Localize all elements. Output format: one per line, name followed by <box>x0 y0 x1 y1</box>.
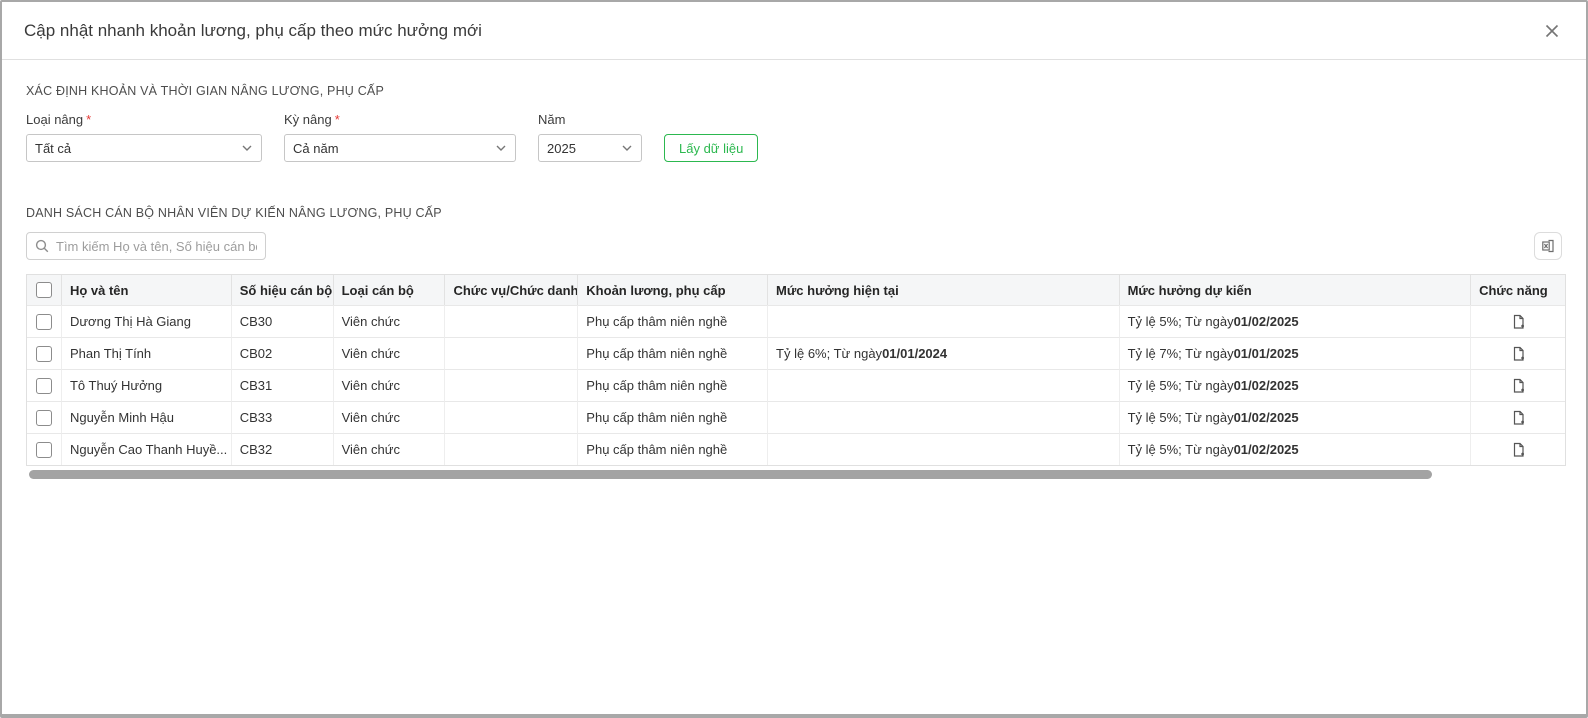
cell-staff-type: Viên chức <box>333 369 445 401</box>
cell-allowance: Phụ cấp thâm niên nghề <box>577 369 767 401</box>
dialog-title: Cập nhật nhanh khoản lương, phụ cấp theo… <box>24 21 482 41</box>
row-checkbox[interactable] <box>36 314 52 330</box>
list-section-heading: DANH SÁCH CÁN BỘ NHÂN VIÊN DỰ KIẾN NÂNG … <box>26 206 1562 220</box>
row-checkbox[interactable] <box>36 442 52 458</box>
cell-current-rate <box>767 369 1119 401</box>
cell-current-rate <box>767 305 1119 337</box>
column-header-position: Chức vụ/Chức danh <box>444 275 577 305</box>
column-header-expected: Mức hưởng dự kiến <box>1119 275 1471 305</box>
dialog-header: Cập nhật nhanh khoản lương, phụ cấp theo… <box>2 2 1586 60</box>
cell-expected-rate: Tỷ lệ 5%; Từ ngày 01/02/2025 <box>1119 305 1471 337</box>
column-header-name: Họ và tên <box>61 275 231 305</box>
dialog-body: XÁC ĐỊNH KHOẢN VÀ THỜI GIAN NÂNG LƯƠNG, … <box>2 60 1586 714</box>
row-checkbox[interactable] <box>36 378 52 394</box>
required-asterisk: * <box>86 112 91 127</box>
select-all-checkbox[interactable] <box>36 282 52 298</box>
cell-code: CB32 <box>231 433 333 465</box>
table-row: Nguyễn Cao Thanh Huyề... CB32 Viên chức … <box>27 433 1565 465</box>
cell-position <box>444 305 577 337</box>
cell-expected-rate: Tỷ lệ 5%; Từ ngày 01/02/2025 <box>1119 433 1471 465</box>
column-header-actions: Chức năng <box>1470 275 1565 305</box>
cell-expected-rate: Tỷ lệ 5%; Từ ngày 01/02/2025 <box>1119 369 1471 401</box>
close-icon[interactable] <box>1540 19 1564 43</box>
cell-name: Dương Thị Hà Giang <box>61 305 231 337</box>
filter-section-heading: XÁC ĐỊNH KHOẢN VÀ THỜI GIAN NÂNG LƯƠNG, … <box>26 84 1562 98</box>
add-decision-icon[interactable] <box>1511 410 1526 426</box>
search-box <box>26 232 266 260</box>
cell-allowance: Phụ cấp thâm niên nghề <box>577 305 767 337</box>
column-header-current: Mức hưởng hiện tại <box>767 275 1119 305</box>
horizontal-scrollbar[interactable] <box>29 470 1432 479</box>
field-label: Loại nâng* <box>26 112 262 127</box>
loai-nang-select[interactable]: Tất cả <box>26 134 262 162</box>
cell-position <box>444 401 577 433</box>
column-header-allowance: Khoản lương, phụ cấp <box>577 275 767 305</box>
search-icon <box>35 239 49 253</box>
cell-allowance: Phụ cấp thâm niên nghề <box>577 401 767 433</box>
field-loai-nang: Loại nâng* Tất cả <box>26 112 262 162</box>
cell-name: Phan Thị Tính <box>61 337 231 369</box>
add-decision-icon[interactable] <box>1511 442 1526 458</box>
update-salary-dialog: Cập nhật nhanh khoản lương, phụ cấp theo… <box>0 0 1588 718</box>
nam-select[interactable]: 2025 <box>538 134 642 162</box>
export-excel-button[interactable] <box>1534 232 1562 260</box>
cell-code: CB30 <box>231 305 333 337</box>
add-decision-icon[interactable] <box>1511 378 1526 394</box>
table-row: Tô Thuý Hưởng CB31 Viên chức Phụ cấp thâ… <box>27 369 1565 401</box>
cell-code: CB33 <box>231 401 333 433</box>
cell-allowance: Phụ cấp thâm niên nghề <box>577 433 767 465</box>
chevron-down-icon <box>621 142 633 154</box>
field-label: Năm <box>538 112 642 127</box>
staff-table: Họ và tên Số hiệu cán bộ Loại cán bộ Chứ… <box>26 274 1566 466</box>
field-nam: Năm 2025 <box>538 112 642 162</box>
cell-staff-type: Viên chức <box>333 401 445 433</box>
list-toolbar <box>26 232 1562 260</box>
field-ky-nang: Kỳ nâng* Cả năm <box>284 112 516 162</box>
add-decision-icon[interactable] <box>1511 314 1526 330</box>
add-decision-icon[interactable] <box>1511 346 1526 362</box>
cell-staff-type: Viên chức <box>333 305 445 337</box>
chevron-down-icon <box>241 142 253 154</box>
cell-expected-rate: Tỷ lệ 7%; Từ ngày 01/01/2025 <box>1119 337 1471 369</box>
cell-allowance: Phụ cấp thâm niên nghề <box>577 337 767 369</box>
cell-current-rate: Tỷ lệ 6%; Từ ngày 01/01/2024 <box>767 337 1119 369</box>
cell-expected-rate: Tỷ lệ 5%; Từ ngày 01/02/2025 <box>1119 401 1471 433</box>
field-label: Kỳ nâng* <box>284 112 516 127</box>
cell-name: Nguyễn Cao Thanh Huyề... <box>61 433 231 465</box>
table-row: Dương Thị Hà Giang CB30 Viên chức Phụ cấ… <box>27 305 1565 337</box>
filter-row: Loại nâng* Tất cả Kỳ nâng* Cả năm <box>26 112 1562 162</box>
row-checkbox[interactable] <box>36 346 52 362</box>
required-asterisk: * <box>335 112 340 127</box>
cell-staff-type: Viên chức <box>333 337 445 369</box>
search-input[interactable] <box>56 239 257 254</box>
table-row: Phan Thị Tính CB02 Viên chức Phụ cấp thâ… <box>27 337 1565 369</box>
cell-code: CB31 <box>231 369 333 401</box>
cell-position <box>444 337 577 369</box>
cell-current-rate <box>767 433 1119 465</box>
table-row: Nguyễn Minh Hậu CB33 Viên chức Phụ cấp t… <box>27 401 1565 433</box>
cell-name: Nguyễn Minh Hậu <box>61 401 231 433</box>
table-header-row: Họ và tên Số hiệu cán bộ Loại cán bộ Chứ… <box>27 275 1565 305</box>
excel-export-icon <box>1540 238 1556 254</box>
cell-position <box>444 369 577 401</box>
cell-code: CB02 <box>231 337 333 369</box>
get-data-button[interactable]: Lấy dữ liệu <box>664 134 758 162</box>
column-header-code: Số hiệu cán bộ <box>231 275 333 305</box>
cell-position <box>444 433 577 465</box>
cell-current-rate <box>767 401 1119 433</box>
ky-nang-select[interactable]: Cả năm <box>284 134 516 162</box>
table-body: Dương Thị Hà Giang CB30 Viên chức Phụ cấ… <box>27 305 1565 465</box>
cell-staff-type: Viên chức <box>333 433 445 465</box>
column-header-staff-type: Loại cán bộ <box>333 275 445 305</box>
cell-name: Tô Thuý Hưởng <box>61 369 231 401</box>
row-checkbox[interactable] <box>36 410 52 426</box>
chevron-down-icon <box>495 142 507 154</box>
